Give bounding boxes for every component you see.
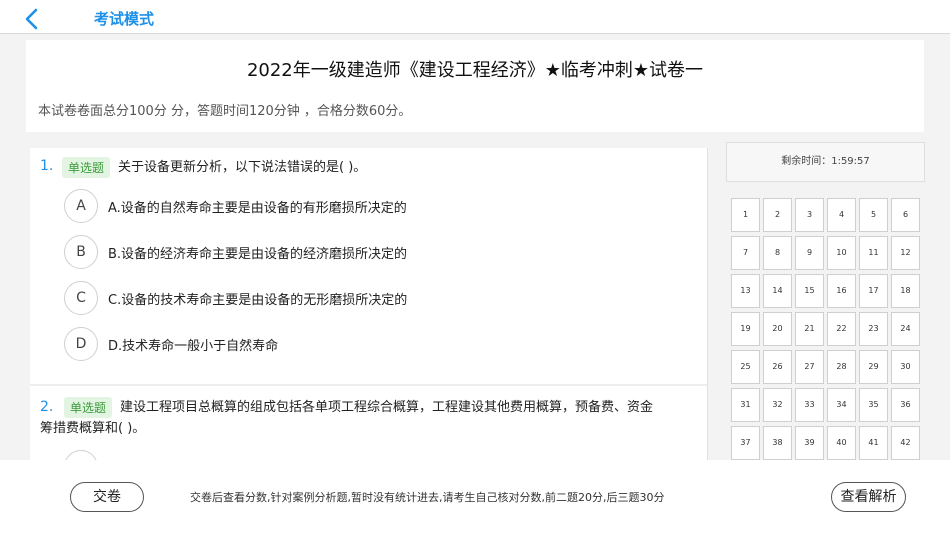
option-c[interactable]: C C.设备的技术寿命主要是由设备的无形磨损所决定的 — [64, 281, 624, 315]
score-notice: 交卷后查看分数,针对案例分析题,暂时没有统计进去,请考生自己核对分数,前二题20… — [190, 491, 665, 504]
option-text: D.技术寿命一般小于自然寿命 — [108, 339, 279, 354]
option-letter: A — [64, 189, 98, 223]
question-item: 1. 单选题 关于设备更新分析，以下说法错误的是( )。 A A.设备的自然寿命… — [30, 148, 707, 386]
answer-sheet-cell[interactable]: 24 — [891, 312, 920, 346]
answer-sheet-cell[interactable]: 26 — [763, 350, 792, 384]
option-letter: C — [64, 281, 98, 315]
question-type-badge: 单选题 — [62, 157, 111, 178]
option-d[interactable]: D D.技术寿命一般小于自然寿命 — [64, 327, 624, 361]
answer-sheet-cell[interactable]: 20 — [763, 312, 792, 346]
option-a[interactable]: A A.设备的自然寿命主要是由设备的有形磨损所决定的 — [64, 189, 624, 223]
option-letter — [64, 450, 98, 460]
option-text: C.设备的技术寿命主要是由设备的无形磨损所决定的 — [108, 293, 408, 308]
answer-sheet-cell[interactable]: 22 — [827, 312, 856, 346]
answer-sheet-cell[interactable]: 23 — [859, 312, 888, 346]
question-number: 1. — [40, 158, 54, 174]
answer-sheet-cell[interactable]: 41 — [859, 426, 888, 460]
answer-sheet-cell[interactable]: 15 — [795, 274, 824, 308]
question-number: 2. — [40, 399, 54, 415]
option-letter: D — [64, 327, 98, 361]
answer-sheet-grid: 1 2 3 4 5 6 7 8 9 10 11 12 13 14 15 16 17 18 19 20 21 22 23 24 2… — [731, 198, 923, 460]
answer-sheet-cell[interactable]: 42 — [891, 426, 920, 460]
answer-sheet-cell[interactable]: 18 — [891, 274, 920, 308]
bottom-action-bar: 交卷 交卷后查看分数,针对案例分析题,暂时没有统计进去,请考生自己核对分数,前二… — [0, 460, 950, 534]
option-letter: B — [64, 235, 98, 269]
answer-sheet-cell[interactable]: 29 — [859, 350, 888, 384]
remaining-time: 剩余时间：1:59:57 — [726, 142, 925, 182]
answer-sheet-cell[interactable]: 36 — [891, 388, 920, 422]
option-b[interactable]: B B.设备的经济寿命主要是由设备的经济磨损所决定的 — [64, 235, 624, 269]
answer-sheet-cell[interactable]: 14 — [763, 274, 792, 308]
answer-sheet-cell[interactable]: 13 — [731, 274, 760, 308]
answer-sheet-cell[interactable]: 10 — [827, 236, 856, 270]
answer-sheet-cell[interactable]: 8 — [763, 236, 792, 270]
question-item: 2. 单选题 建设工程项目总概算的组成包括各单项工程综合概算，工程建设其他费用概… — [30, 388, 707, 460]
answer-sheet-cell[interactable]: 17 — [859, 274, 888, 308]
answer-sheet-cell[interactable]: 37 — [731, 426, 760, 460]
submit-exam-button[interactable]: 交卷 — [70, 482, 144, 512]
answer-sheet-cell[interactable]: 4 — [827, 198, 856, 232]
answer-sheet-cell[interactable]: 39 — [795, 426, 824, 460]
top-navigation-bar: 考试模式 — [0, 0, 950, 34]
answer-sheet-cell[interactable]: 7 — [731, 236, 760, 270]
answer-sheet-cell[interactable]: 31 — [731, 388, 760, 422]
answer-sheet-cell[interactable]: 2 — [763, 198, 792, 232]
paper-description: 本试卷卷面总分100分 分，答题时间120分钟 ，合格分数60分。 — [38, 104, 412, 119]
answer-sheet-cell[interactable]: 27 — [795, 350, 824, 384]
answer-sheet-cell[interactable]: 1 — [731, 198, 760, 232]
answer-sheet-cell[interactable]: 32 — [763, 388, 792, 422]
answer-sheet-cell[interactable]: 19 — [731, 312, 760, 346]
answer-sheet-cell[interactable]: 6 — [891, 198, 920, 232]
answer-sheet-cell[interactable]: 33 — [795, 388, 824, 422]
answer-sheet-cell[interactable]: 34 — [827, 388, 856, 422]
answer-sheet-cell[interactable]: 30 — [891, 350, 920, 384]
answer-sheet-cell[interactable]: 12 — [891, 236, 920, 270]
question-type-badge: 单选题 — [64, 397, 113, 418]
answer-sheet-cell[interactable]: 38 — [763, 426, 792, 460]
answer-sheet-cell[interactable]: 25 — [731, 350, 760, 384]
option-a[interactable] — [64, 450, 624, 460]
question-text-line-2: 筹措费概算和( )。 — [40, 421, 146, 436]
paper-header: 2022年一级建造师《建设工程经济》★临考冲刺★试卷一 本试卷卷面总分100分 … — [26, 40, 924, 132]
answer-sheet-cell[interactable]: 21 — [795, 312, 824, 346]
back-arrow-icon[interactable] — [22, 8, 42, 30]
question-text-line-1: 建设工程项目总概算的组成包括各单项工程综合概算，工程建设其他费用概算，预备费、资… — [120, 400, 654, 415]
option-text: B.设备的经济寿命主要是由设备的经济磨损所决定的 — [108, 247, 408, 262]
paper-title: 2022年一级建造师《建设工程经济》★临考冲刺★试卷一 — [246, 60, 704, 81]
answer-sheet-cell[interactable]: 11 — [859, 236, 888, 270]
answer-sheet-cell[interactable]: 5 — [859, 198, 888, 232]
answer-sheet-cell[interactable]: 3 — [795, 198, 824, 232]
answer-sheet-cell[interactable]: 40 — [827, 426, 856, 460]
answer-sheet-cell[interactable]: 9 — [795, 236, 824, 270]
mode-title: 考试模式 — [94, 10, 155, 28]
answer-sheet-cell[interactable]: 28 — [827, 350, 856, 384]
answer-sheet-cell[interactable]: 16 — [827, 274, 856, 308]
question-panel[interactable]: 1. 单选题 关于设备更新分析，以下说法错误的是( )。 A A.设备的自然寿命… — [30, 148, 708, 460]
answer-sheet-cell[interactable]: 35 — [859, 388, 888, 422]
question-text: 关于设备更新分析，以下说法错误的是( )。 — [118, 160, 367, 175]
view-analysis-button[interactable]: 查看解析 — [831, 482, 906, 512]
option-text: A.设备的自然寿命主要是由设备的有形磨损所决定的 — [108, 201, 407, 216]
